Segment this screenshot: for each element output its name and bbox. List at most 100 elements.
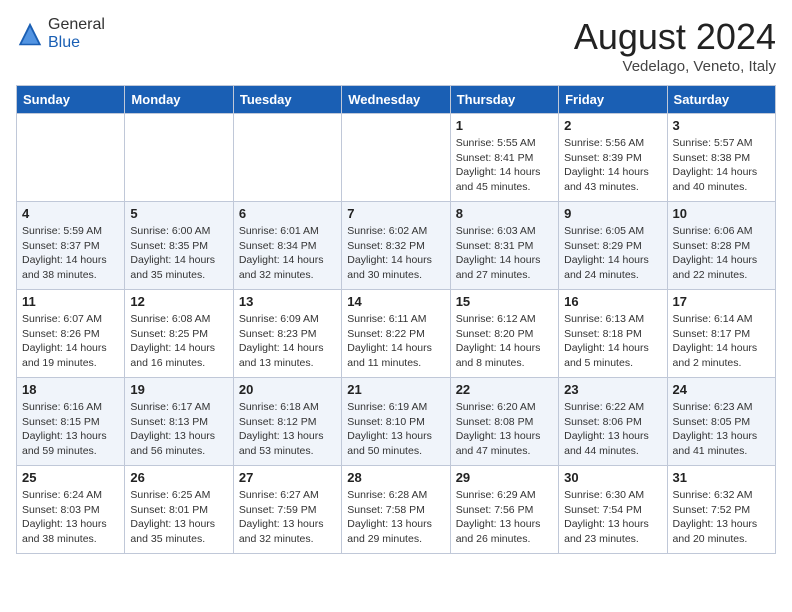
day-of-week-header: Wednesday [342,86,450,114]
logo-icon [16,20,44,48]
calendar-day-cell: 27 Sunrise: 6:27 AM Sunset: 7:59 PM Dayli… [233,466,341,554]
day-number: 28 [347,470,444,485]
day-number: 11 [22,294,119,309]
day-number: 4 [22,206,119,221]
title-block: August 2024 Vedelago, Veneto, Italy [574,16,776,75]
calendar-week-row: 4Sunrise: 5:59 AM Sunset: 8:37 PM Daylig… [17,202,776,290]
calendar-day-cell: 7 Sunrise: 6:02 AM Sunset: 8:32 PM Daylig… [342,202,450,290]
day-sun-info: Sunrise: 6:27 AM Sunset: 7:59 PM Dayligh… [239,488,336,547]
day-number: 17 [673,294,770,309]
day-number: 15 [456,294,553,309]
day-sun-info: Sunrise: 6:18 AM Sunset: 8:12 PM Dayligh… [239,400,336,459]
calendar-day-cell: 8Sunrise: 6:03 AM Sunset: 8:31 PM Daylig… [450,202,558,290]
calendar-day-cell: 10 Sunrise: 6:06 AM Sunset: 8:28 PM Dayli… [667,202,775,290]
day-number: 24 [673,382,770,397]
calendar-day-cell [342,114,450,202]
day-number: 7 [347,206,444,221]
calendar-header: SundayMondayTuesdayWednesdayThursdayFrid… [17,86,776,114]
calendar-day-cell: 11 Sunrise: 6:07 AM Sunset: 8:26 PM Dayli… [17,290,125,378]
calendar-day-cell: 14 Sunrise: 6:11 AM Sunset: 8:22 PM Dayli… [342,290,450,378]
calendar-day-cell: 18 Sunrise: 6:16 AM Sunset: 8:15 PM Dayli… [17,378,125,466]
calendar-week-row: 1 Sunrise: 5:55 AM Sunset: 8:41 PM Daylig… [17,114,776,202]
calendar-day-cell: 29Sunrise: 6:29 AM Sunset: 7:56 PM Dayli… [450,466,558,554]
calendar-day-cell: 28 Sunrise: 6:28 AM Sunset: 7:58 PM Dayli… [342,466,450,554]
day-sun-info: Sunrise: 5:57 AM Sunset: 8:38 PM Dayligh… [673,136,770,195]
logo: General Blue [16,16,105,52]
calendar-day-cell: 26 Sunrise: 6:25 AM Sunset: 8:01 PM Dayli… [125,466,233,554]
day-number: 5 [130,206,227,221]
day-sun-info: Sunrise: 6:13 AM Sunset: 8:18 PM Dayligh… [564,312,661,371]
day-number: 9 [564,206,661,221]
day-sun-info: Sunrise: 6:12 AM Sunset: 8:20 PM Dayligh… [456,312,553,371]
day-number: 3 [673,118,770,133]
day-sun-info: Sunrise: 6:30 AM Sunset: 7:54 PM Dayligh… [564,488,661,547]
day-sun-info: Sunrise: 5:55 AM Sunset: 8:41 PM Dayligh… [456,136,553,195]
calendar-day-cell: 13Sunrise: 6:09 AM Sunset: 8:23 PM Dayli… [233,290,341,378]
day-number: 22 [456,382,553,397]
calendar-week-row: 25Sunrise: 6:24 AM Sunset: 8:03 PM Dayli… [17,466,776,554]
calendar-day-cell: 31Sunrise: 6:32 AM Sunset: 7:52 PM Dayli… [667,466,775,554]
day-of-week-header: Thursday [450,86,558,114]
day-sun-info: Sunrise: 6:16 AM Sunset: 8:15 PM Dayligh… [22,400,119,459]
day-number: 29 [456,470,553,485]
calendar-table: SundayMondayTuesdayWednesdayThursdayFrid… [16,85,776,554]
day-of-week-header: Friday [559,86,667,114]
calendar-body: 1 Sunrise: 5:55 AM Sunset: 8:41 PM Daylig… [17,114,776,554]
day-number: 19 [130,382,227,397]
day-sun-info: Sunrise: 6:09 AM Sunset: 8:23 PM Dayligh… [239,312,336,371]
day-sun-info: Sunrise: 6:22 AM Sunset: 8:06 PM Dayligh… [564,400,661,459]
day-sun-info: Sunrise: 6:14 AM Sunset: 8:17 PM Dayligh… [673,312,770,371]
calendar-day-cell: 15 Sunrise: 6:12 AM Sunset: 8:20 PM Dayli… [450,290,558,378]
day-number: 27 [239,470,336,485]
day-sun-info: Sunrise: 6:28 AM Sunset: 7:58 PM Dayligh… [347,488,444,547]
day-number: 1 [456,118,553,133]
day-sun-info: Sunrise: 6:08 AM Sunset: 8:25 PM Dayligh… [130,312,227,371]
logo-blue-text: Blue [48,34,80,51]
day-sun-info: Sunrise: 6:07 AM Sunset: 8:26 PM Dayligh… [22,312,119,371]
day-sun-info: Sunrise: 6:11 AM Sunset: 8:22 PM Dayligh… [347,312,444,371]
calendar-day-cell [17,114,125,202]
calendar-day-cell: 6Sunrise: 6:01 AM Sunset: 8:34 PM Daylig… [233,202,341,290]
day-sun-info: Sunrise: 6:20 AM Sunset: 8:08 PM Dayligh… [456,400,553,459]
day-number: 23 [564,382,661,397]
calendar-day-cell: 12Sunrise: 6:08 AM Sunset: 8:25 PM Dayli… [125,290,233,378]
calendar-day-cell: 19Sunrise: 6:17 AM Sunset: 8:13 PM Dayli… [125,378,233,466]
calendar-day-cell [233,114,341,202]
day-number: 6 [239,206,336,221]
day-sun-info: Sunrise: 6:05 AM Sunset: 8:29 PM Dayligh… [564,224,661,283]
day-sun-info: Sunrise: 6:03 AM Sunset: 8:31 PM Dayligh… [456,224,553,283]
day-of-week-header: Tuesday [233,86,341,114]
day-number: 14 [347,294,444,309]
calendar-day-cell [125,114,233,202]
calendar-day-cell: 21 Sunrise: 6:19 AM Sunset: 8:10 PM Dayli… [342,378,450,466]
calendar-day-cell: 30 Sunrise: 6:30 AM Sunset: 7:54 PM Dayli… [559,466,667,554]
day-number: 20 [239,382,336,397]
calendar-day-cell: 3 Sunrise: 5:57 AM Sunset: 8:38 PM Daylig… [667,114,775,202]
day-number: 18 [22,382,119,397]
day-number: 10 [673,206,770,221]
day-sun-info: Sunrise: 6:19 AM Sunset: 8:10 PM Dayligh… [347,400,444,459]
day-sun-info: Sunrise: 6:06 AM Sunset: 8:28 PM Dayligh… [673,224,770,283]
day-of-week-header: Sunday [17,86,125,114]
calendar-day-cell: 5Sunrise: 6:00 AM Sunset: 8:35 PM Daylig… [125,202,233,290]
calendar-day-cell: 4Sunrise: 5:59 AM Sunset: 8:37 PM Daylig… [17,202,125,290]
day-sun-info: Sunrise: 6:32 AM Sunset: 7:52 PM Dayligh… [673,488,770,547]
day-number: 16 [564,294,661,309]
day-number: 26 [130,470,227,485]
calendar-day-cell: 9 Sunrise: 6:05 AM Sunset: 8:29 PM Daylig… [559,202,667,290]
day-number: 30 [564,470,661,485]
month-year-title: August 2024 [574,16,776,58]
calendar-day-cell: 24Sunrise: 6:23 AM Sunset: 8:05 PM Dayli… [667,378,775,466]
calendar-day-cell: 16 Sunrise: 6:13 AM Sunset: 8:18 PM Dayli… [559,290,667,378]
calendar-week-row: 11 Sunrise: 6:07 AM Sunset: 8:26 PM Dayli… [17,290,776,378]
day-sun-info: Sunrise: 6:25 AM Sunset: 8:01 PM Dayligh… [130,488,227,547]
day-number: 2 [564,118,661,133]
calendar-day-cell: 23 Sunrise: 6:22 AM Sunset: 8:06 PM Dayli… [559,378,667,466]
day-sun-info: Sunrise: 6:02 AM Sunset: 8:32 PM Dayligh… [347,224,444,283]
calendar-day-cell: 25Sunrise: 6:24 AM Sunset: 8:03 PM Dayli… [17,466,125,554]
page-header: General Blue August 2024 Vedelago, Venet… [16,16,776,75]
day-sun-info: Sunrise: 6:24 AM Sunset: 8:03 PM Dayligh… [22,488,119,547]
day-sun-info: Sunrise: 5:56 AM Sunset: 8:39 PM Dayligh… [564,136,661,195]
calendar-day-cell: 1 Sunrise: 5:55 AM Sunset: 8:41 PM Daylig… [450,114,558,202]
day-number: 21 [347,382,444,397]
